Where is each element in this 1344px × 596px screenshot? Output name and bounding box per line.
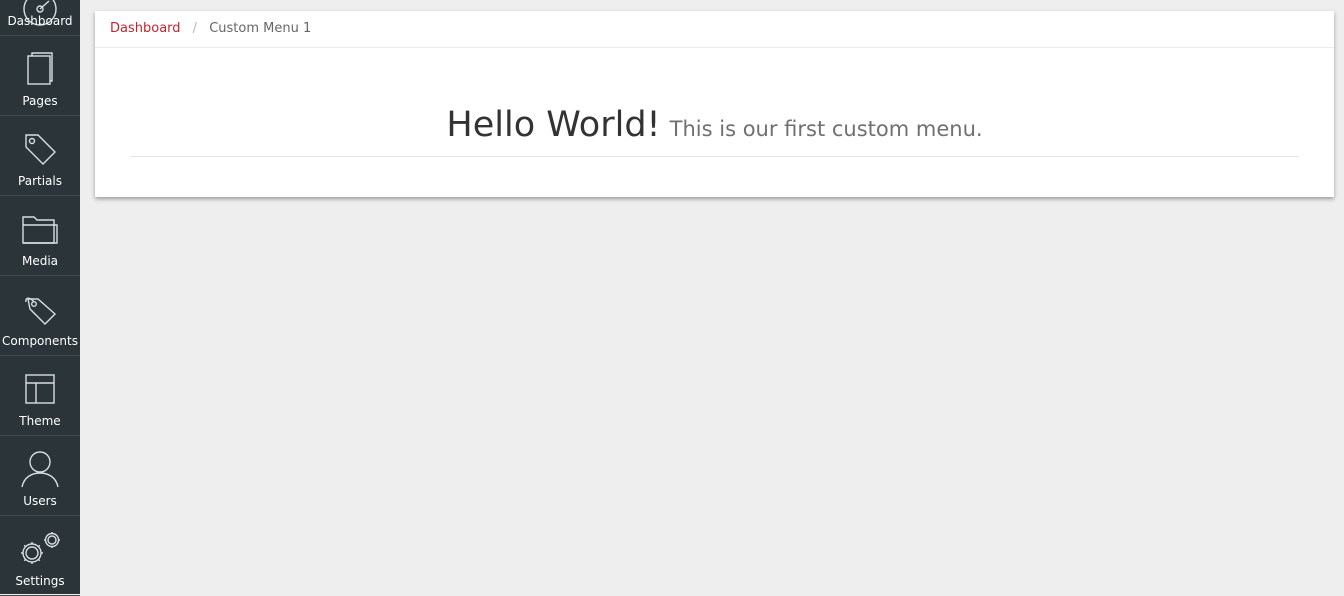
breadcrumb-separator: / (192, 21, 198, 36)
sidebar-item-settings[interactable]: Settings (0, 516, 80, 596)
sidebar-item-dashboard[interactable]: Dashboard (0, 0, 80, 36)
folder-icon (0, 206, 80, 252)
sidebar-item-label: Pages (22, 94, 58, 108)
sidebar-item-pages[interactable]: Pages (0, 36, 80, 116)
sidebar-item-label: Components (2, 334, 78, 348)
content-panel: Dashboard / Custom Menu 1 Hello World! T… (95, 11, 1334, 197)
layout-icon (0, 366, 80, 412)
sidebar-item-media[interactable]: Media (0, 196, 80, 276)
sidebar-item-label: Partials (18, 174, 62, 188)
breadcrumb-current: Custom Menu 1 (209, 21, 312, 36)
user-icon (0, 446, 80, 492)
sidebar-item-label: Theme (19, 414, 61, 428)
sidebar-item-label: Users (23, 494, 57, 508)
breadcrumb-link-dashboard[interactable]: Dashboard (110, 21, 181, 36)
sidebar-item-components[interactable]: Components (0, 276, 80, 356)
sidebar-item-label: Dashboard (7, 14, 73, 28)
pages-icon (0, 46, 80, 92)
gears-icon (0, 526, 80, 572)
tag-icon (0, 126, 80, 172)
sidebar-item-label: Settings (15, 574, 65, 588)
sidebar-item-label: Media (21, 254, 59, 268)
sidebar-item-theme[interactable]: Theme (0, 356, 80, 436)
sidebar-item-partials[interactable]: Partials (0, 116, 80, 196)
sidebar-item-users[interactable]: Users (0, 436, 80, 516)
sidebar: Dashboard Pages Partials Media Component… (0, 0, 80, 596)
page-title: Hello World! (446, 105, 661, 145)
page-subtitle: This is our first custom menu. (669, 117, 983, 141)
page-header: Hello World! This is our first custom me… (130, 105, 1299, 157)
breadcrumb: Dashboard / Custom Menu 1 (95, 11, 1334, 48)
components-tag-icon (0, 286, 80, 332)
